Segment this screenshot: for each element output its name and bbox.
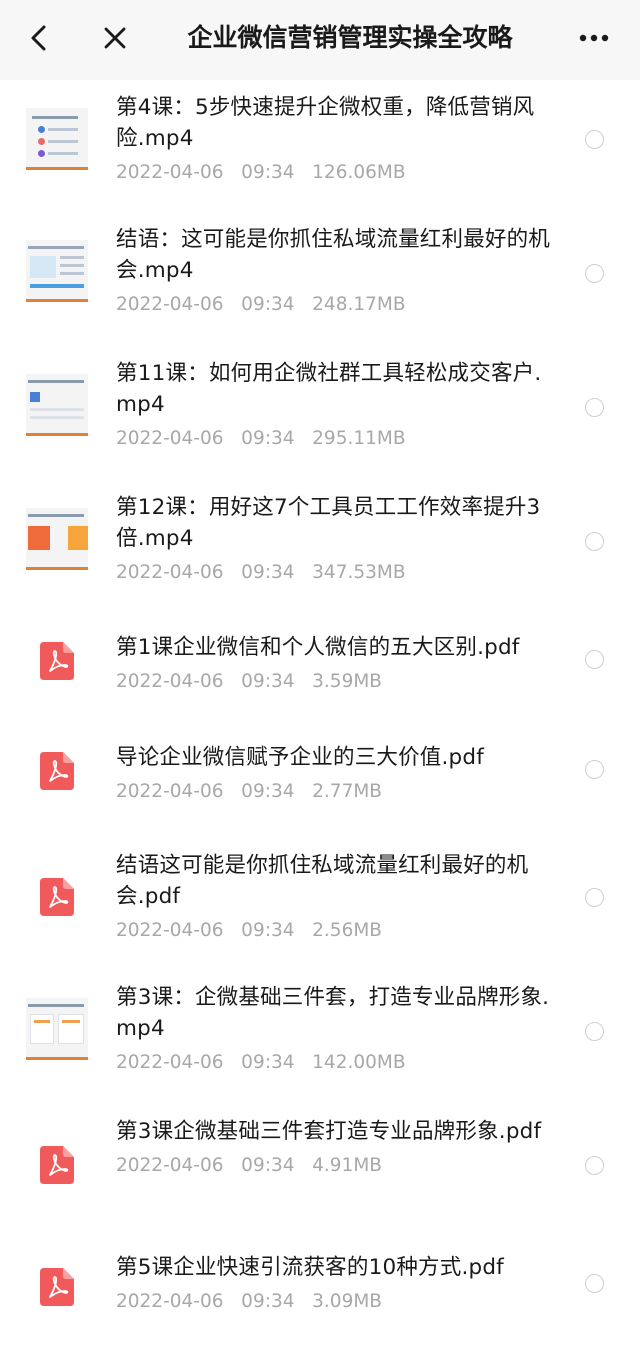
file-meta: 2022-04-06 09:34 2.77MB [116, 779, 556, 805]
file-meta: 2022-04-06 09:34 295.11MB [116, 426, 556, 452]
file-meta: 2022-04-06 09:34 126.06MB [116, 160, 556, 186]
list-item[interactable]: 导论企业微信赋予企业的三大价值.pdf 2022-04-06 09:34 2.7… [0, 726, 640, 822]
file-time: 09:34 [241, 1291, 295, 1312]
pdf-file-icon [40, 1146, 74, 1184]
file-date: 2022-04-06 [116, 1291, 224, 1312]
file-date: 2022-04-06 [116, 781, 224, 802]
file-time: 09:34 [241, 671, 295, 692]
list-item[interactable]: 第5课企业快速引流获客的10种方式.pdf 2022-04-06 09:34 3… [0, 1242, 640, 1338]
file-time: 09:34 [241, 1052, 295, 1073]
file-info: 结语：这可能是你抓住私域流量红利最好的机会.mp4 2022-04-06 09:… [116, 224, 556, 318]
list-item[interactable]: 第1课企业微信和个人微信的五大区别.pdf 2022-04-06 09:34 3… [0, 616, 640, 712]
file-date: 2022-04-06 [116, 294, 224, 315]
file-name: 第4课：5步快速提升企微权重，降低营销风险.mp4 [116, 95, 535, 151]
file-name: 结语：这可能是你抓住私域流量红利最好的机会.mp4 [116, 227, 551, 283]
file-info: 第12课：用好这7个工具员工工作效率提升3倍.mp4 2022-04-06 09… [116, 492, 556, 586]
video-thumbnail [26, 998, 88, 1060]
file-info: 结语这可能是你抓住私域流量红利最好的机会.pdf 2022-04-06 09:3… [116, 850, 556, 944]
select-radio[interactable] [585, 650, 604, 669]
file-size: 2.56MB [312, 920, 383, 941]
file-meta: 2022-04-06 09:34 2.56MB [116, 918, 556, 944]
file-info: 第1课企业微信和个人微信的五大区别.pdf 2022-04-06 09:34 3… [116, 632, 556, 695]
file-name: 第1课企业微信和个人微信的五大区别.pdf [116, 635, 520, 660]
file-size: 126.06MB [312, 162, 406, 183]
file-time: 09:34 [241, 562, 295, 583]
list-item[interactable]: 第3课企微基础三件套打造专业品牌形象.pdf 2022-04-06 09:34 … [0, 1106, 640, 1222]
list-item[interactable]: 第4课：5步快速提升企微权重，降低营销风险.mp4 2022-04-06 09:… [0, 80, 640, 196]
top-nav-bar: 企业微信营销管理实操全攻略 [0, 0, 640, 80]
select-radio[interactable] [585, 1022, 604, 1041]
file-info: 第5课企业快速引流获客的10种方式.pdf 2022-04-06 09:34 3… [116, 1252, 556, 1315]
select-radio[interactable] [585, 398, 604, 417]
select-radio[interactable] [585, 264, 604, 283]
file-info: 第4课：5步快速提升企微权重，降低营销风险.mp4 2022-04-06 09:… [116, 92, 556, 186]
file-name: 第3课：企微基础三件套，打造专业品牌形象.mp4 [116, 985, 550, 1041]
file-time: 09:34 [241, 781, 295, 802]
close-icon [104, 27, 126, 49]
file-date: 2022-04-06 [116, 428, 224, 449]
video-thumbnail [26, 374, 88, 436]
file-info: 导论企业微信赋予企业的三大价值.pdf 2022-04-06 09:34 2.7… [116, 742, 556, 805]
select-radio[interactable] [585, 760, 604, 779]
select-radio[interactable] [585, 1274, 604, 1293]
select-radio[interactable] [585, 532, 604, 551]
file-time: 09:34 [241, 162, 295, 183]
file-info: 第3课：企微基础三件套，打造专业品牌形象.mp4 2022-04-06 09:3… [116, 982, 556, 1076]
more-horizontal-icon [579, 34, 609, 42]
file-date: 2022-04-06 [116, 1155, 224, 1176]
file-size: 295.11MB [312, 428, 406, 449]
file-meta: 2022-04-06 09:34 4.91MB [116, 1153, 556, 1179]
video-thumbnail [26, 508, 88, 570]
pdf-file-icon [40, 878, 74, 916]
file-info: 第3课企微基础三件套打造专业品牌形象.pdf 2022-04-06 09:34 … [116, 1116, 556, 1179]
file-date: 2022-04-06 [116, 920, 224, 941]
video-thumbnail [26, 108, 88, 170]
list-item[interactable]: 结语这可能是你抓住私域流量红利最好的机会.pdf 2022-04-06 09:3… [0, 836, 640, 960]
file-meta: 2022-04-06 09:34 248.17MB [116, 292, 556, 318]
file-name: 第5课企业快速引流获客的10种方式.pdf [116, 1255, 504, 1280]
video-thumbnail [26, 240, 88, 302]
pdf-file-icon [40, 642, 74, 680]
file-size: 347.53MB [312, 562, 406, 583]
file-size: 3.09MB [312, 1291, 383, 1312]
file-meta: 2022-04-06 09:34 142.00MB [116, 1050, 556, 1076]
chevron-left-icon [31, 25, 46, 51]
file-date: 2022-04-06 [116, 162, 224, 183]
page-title: 企业微信营销管理实操全攻略 [187, 23, 513, 52]
file-name: 导论企业微信赋予企业的三大价值.pdf [116, 745, 484, 770]
list-item[interactable]: 第12课：用好这7个工具员工工作效率提升3倍.mp4 2022-04-06 09… [0, 482, 640, 598]
file-meta: 2022-04-06 09:34 3.59MB [116, 669, 556, 695]
select-radio[interactable] [585, 130, 604, 149]
close-button[interactable] [90, 0, 140, 76]
file-size: 3.59MB [312, 671, 383, 692]
pdf-file-icon [40, 752, 74, 790]
file-time: 09:34 [241, 428, 295, 449]
list-item[interactable]: 第11课：如何用企微社群工具轻松成交客户.mp4 2022-04-06 09:3… [0, 348, 640, 464]
file-time: 09:34 [241, 920, 295, 941]
back-button[interactable] [14, 0, 64, 76]
file-name: 第11课：如何用企微社群工具轻松成交客户.mp4 [116, 361, 542, 417]
select-radio[interactable] [585, 888, 604, 907]
file-size: 248.17MB [312, 294, 406, 315]
file-name: 第3课企微基础三件套打造专业品牌形象.pdf [116, 1119, 542, 1144]
file-size: 2.77MB [312, 781, 383, 802]
file-time: 09:34 [241, 1155, 295, 1176]
file-date: 2022-04-06 [116, 562, 224, 583]
file-size: 4.91MB [312, 1155, 383, 1176]
file-size: 142.00MB [312, 1052, 406, 1073]
select-radio[interactable] [585, 1156, 604, 1175]
file-info: 第11课：如何用企微社群工具轻松成交客户.mp4 2022-04-06 09:3… [116, 358, 556, 452]
file-meta: 2022-04-06 09:34 3.09MB [116, 1289, 556, 1315]
file-name: 结语这可能是你抓住私域流量红利最好的机会.pdf [116, 853, 529, 909]
more-button[interactable] [568, 0, 620, 76]
file-date: 2022-04-06 [116, 671, 224, 692]
pdf-file-icon [40, 1268, 74, 1306]
list-item[interactable]: 结语：这可能是你抓住私域流量红利最好的机会.mp4 2022-04-06 09:… [0, 214, 640, 330]
file-meta: 2022-04-06 09:34 347.53MB [116, 560, 556, 586]
file-time: 09:34 [241, 294, 295, 315]
file-date: 2022-04-06 [116, 1052, 224, 1073]
list-item[interactable]: 第3课：企微基础三件套，打造专业品牌形象.mp4 2022-04-06 09:3… [0, 970, 640, 1086]
file-name: 第12课：用好这7个工具员工工作效率提升3倍.mp4 [116, 495, 541, 551]
